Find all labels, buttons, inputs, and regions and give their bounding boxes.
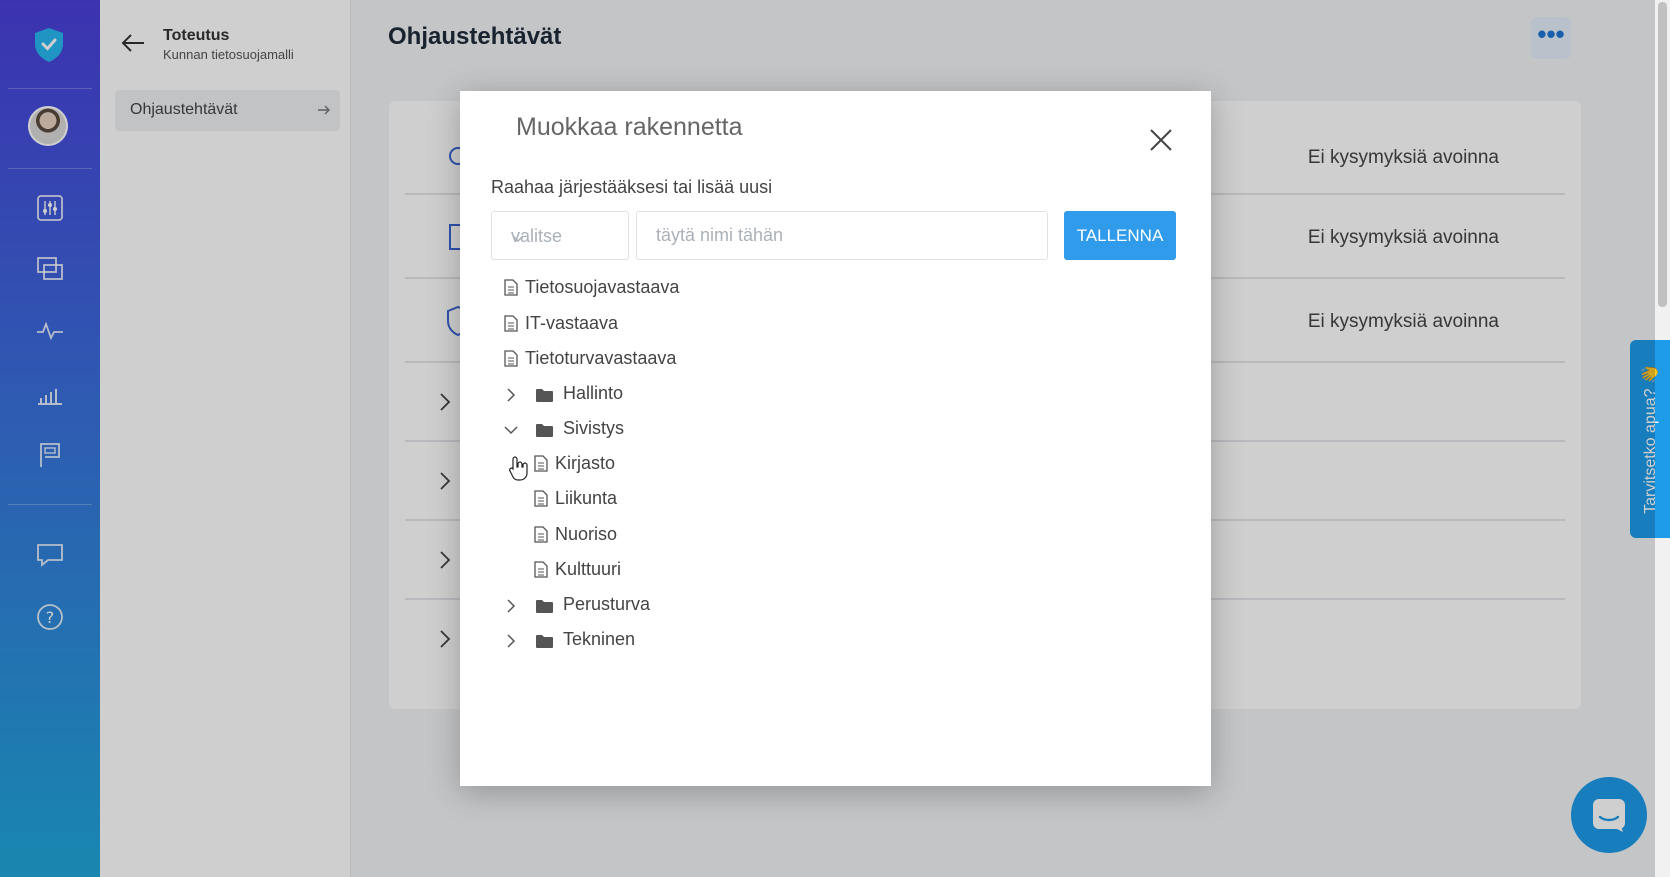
document-icon: [534, 525, 548, 543]
scrollbar-thumb[interactable]: [1658, 2, 1667, 307]
chevron-right-icon[interactable]: [504, 386, 518, 402]
folder-icon: [536, 421, 553, 437]
document-icon: [504, 349, 518, 367]
edit-structure-dialog: Muokkaa rakennetta Raahaa järjestääksesi…: [460, 91, 1211, 786]
tree-item[interactable]: Liikunta: [534, 486, 617, 510]
tree-item-label: IT-vastaava: [525, 312, 619, 333]
tree-item-label: Sivistys: [563, 417, 625, 438]
tree-item-label: Kulttuuri: [555, 558, 622, 579]
tree-folder[interactable]: Hallinto: [504, 381, 623, 405]
tree-item[interactable]: IT-vastaava: [504, 311, 618, 335]
parent-select[interactable]: valitse: [491, 211, 629, 260]
folder-icon: [536, 597, 553, 613]
tree-item-label: Tietosuojavastaava: [525, 276, 680, 297]
tree-folder[interactable]: Tekninen: [504, 627, 635, 651]
tree-item-label: Nuoriso: [555, 523, 618, 544]
close-icon[interactable]: [1148, 127, 1174, 153]
save-button[interactable]: TALLENNA: [1064, 211, 1176, 260]
tree-item-label: Liikunta: [555, 487, 618, 508]
document-icon: [504, 278, 518, 296]
document-icon: [534, 454, 548, 472]
dialog-hint: Raahaa järjestääksesi tai lisää uusi: [491, 177, 773, 197]
document-icon: [534, 489, 548, 507]
document-icon: [504, 314, 518, 332]
tree-item-label: Perusturva: [563, 593, 651, 614]
tree-item-label: Tekninen: [563, 628, 636, 649]
tree-folder[interactable]: Sivistys: [504, 416, 624, 440]
tree-item[interactable]: Nuoriso: [534, 522, 617, 546]
tree-item-label: Hallinto: [563, 382, 624, 403]
hand-cursor-icon: [509, 455, 529, 481]
chevron-down-icon: [511, 229, 525, 243]
chevron-right-icon[interactable]: [504, 597, 518, 613]
tree-folder[interactable]: Perusturva: [504, 592, 650, 616]
chevron-right-icon[interactable]: [504, 632, 518, 648]
tree-item-label: Tietoturvavastaava: [525, 347, 677, 368]
name-input[interactable]: [636, 211, 1048, 260]
tree-item[interactable]: Tietosuojavastaava: [504, 275, 679, 299]
tree-item[interactable]: Tietoturvavastaava: [504, 346, 676, 370]
tree-item-label: Kirjasto: [555, 452, 616, 473]
chevron-down-icon[interactable]: [504, 421, 518, 435]
tree-item[interactable]: Kulttuuri: [534, 557, 621, 581]
dialog-title: Muokkaa rakennetta: [516, 113, 743, 141]
document-icon: [534, 560, 548, 578]
folder-icon: [536, 386, 553, 402]
tree-item[interactable]: Kirjasto: [534, 451, 615, 475]
folder-icon: [536, 632, 553, 648]
